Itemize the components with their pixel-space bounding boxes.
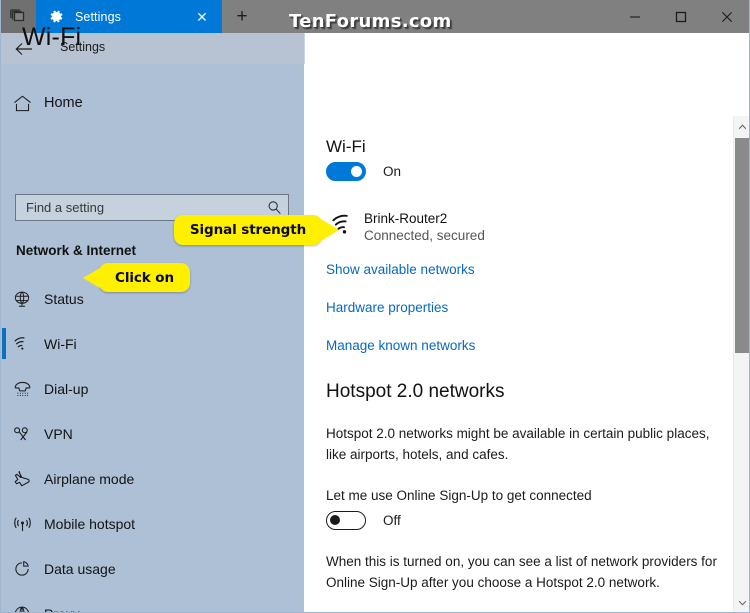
hotspot-toggle[interactable] <box>326 511 366 530</box>
connected-network[interactable]: Brink-Router2 Connected, secured <box>326 210 485 245</box>
vpn-key-icon <box>0 425 44 442</box>
link-show-available-networks[interactable]: Show available networks <box>326 262 475 277</box>
network-name: Brink-Router2 <box>364 211 448 226</box>
sidebar-item-label: VPN <box>44 425 73 442</box>
hotspot-footnote: When this is turned on, you can see a li… <box>326 554 717 590</box>
hotspot-toggle-row: Off <box>326 511 401 530</box>
header-white-area <box>304 33 750 64</box>
sidebar-item-mobile-hotspot[interactable]: Mobile hotspot <box>0 501 304 546</box>
scrollbar-thumb[interactable] <box>735 138 750 353</box>
sidebar-item-label: Dial-up <box>44 380 89 397</box>
wifi-group-label: Wi-Fi <box>326 137 366 156</box>
sidebar-item-airplane-mode[interactable]: Airplane mode <box>0 456 304 501</box>
settings-header: Settings <box>0 33 750 64</box>
sidebar-item-data-usage[interactable]: Data usage <box>0 546 304 591</box>
settings-window: Settings ✕ + TenForums.com Settings Home… <box>0 0 750 613</box>
sidebar-item-proxy[interactable]: Proxy <box>0 591 304 613</box>
sidebar-item-wifi[interactable]: Wi-Fi <box>0 321 304 366</box>
home-icon <box>0 95 44 112</box>
pie-chart-icon <box>0 560 44 578</box>
sidebar-item-dialup[interactable]: Dial-up <box>0 366 304 411</box>
sidebar-item-label: Proxy <box>44 606 80 613</box>
hotspot-toggle-label: Let me use Online Sign-Up to get connect… <box>326 488 592 503</box>
tab-close-icon[interactable]: ✕ <box>192 7 212 27</box>
network-text: Brink-Router2 Connected, secured <box>364 210 485 245</box>
callout-label: Click on <box>115 269 174 286</box>
title-bar: Settings ✕ + TenForums.com <box>0 0 750 33</box>
page-title: Wi-Fi <box>22 23 82 51</box>
sidebar-home-label: Home <box>44 95 83 111</box>
callout-tail <box>321 219 339 241</box>
sidebar-item-label: Status <box>44 290 84 307</box>
globe-status-icon <box>0 290 44 308</box>
watermark: TenForums.com <box>289 11 452 32</box>
sidebar-item-vpn[interactable]: VPN <box>0 411 304 456</box>
minimize-button[interactable] <box>612 0 658 33</box>
hotspot-toggle-state: Off <box>383 513 401 528</box>
dialup-phone-icon <box>0 380 44 397</box>
close-button[interactable] <box>704 0 750 33</box>
hotspot-description: Hotspot 2.0 networks might be available … <box>326 426 710 462</box>
sidebar-item-home[interactable]: Home <box>0 86 304 120</box>
link-hardware-properties[interactable]: Hardware properties <box>326 300 448 315</box>
window-controls <box>612 0 750 33</box>
sidebar-item-label: Data usage <box>44 560 116 577</box>
callout-click-on: Click on <box>83 263 190 292</box>
callout-label: Signal strength <box>189 222 307 238</box>
wifi-toggle-row: On <box>326 162 401 181</box>
callout-tail <box>83 267 100 288</box>
wifi-toggle[interactable] <box>326 162 366 181</box>
tab-title: Settings <box>75 9 121 24</box>
hotspot-heading: Hotspot 2.0 networks <box>326 381 505 402</box>
search-icon <box>260 200 288 215</box>
sidebar-item-label: Airplane mode <box>44 470 135 487</box>
globe-proxy-icon <box>0 605 44 613</box>
airplane-icon <box>0 470 44 488</box>
sidebar: Home Network & Internet <box>0 64 304 613</box>
wifi-toggle-state: On <box>383 164 402 179</box>
hotspot-signal-icon <box>0 515 44 532</box>
sidebar-item-label: Mobile hotspot <box>44 515 136 532</box>
callout-signal-strength: Signal strength <box>174 215 339 245</box>
sidebar-item-label: Wi-Fi <box>44 335 77 352</box>
maximize-button[interactable] <box>658 0 704 33</box>
new-tab-button[interactable]: + <box>222 0 262 33</box>
sidebar-nav-list: Status Wi-Fi Dial-up VPN Airplane mode M… <box>0 276 304 613</box>
content-scrollbar[interactable] <box>733 116 750 613</box>
scroll-down-icon[interactable] <box>734 594 750 611</box>
network-status: Connected, secured <box>364 228 485 243</box>
wifi-icon <box>0 335 44 352</box>
link-manage-known-networks[interactable]: Manage known networks <box>326 338 475 353</box>
scroll-up-icon[interactable] <box>734 118 750 135</box>
sidebar-section-title: Network & Internet <box>16 243 137 258</box>
